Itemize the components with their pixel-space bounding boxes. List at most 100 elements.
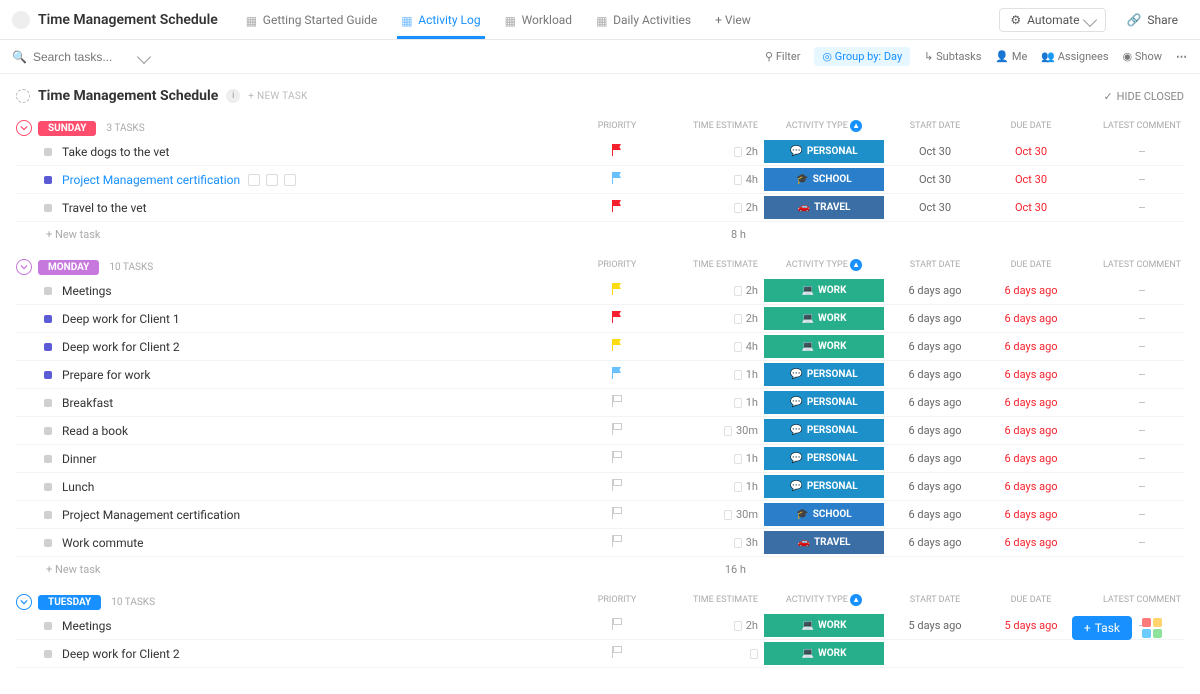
column-header[interactable]: DUE DATE — [986, 260, 1076, 270]
start-date-cell[interactable]: 6 days ago — [890, 368, 980, 381]
task-row[interactable]: Travel to the vet2h🚗TRAVELOct 30Oct 30– — [16, 194, 1184, 222]
comment-cell[interactable]: – — [1082, 284, 1200, 298]
collapse-icon[interactable] — [16, 594, 32, 610]
task-title[interactable]: Lunch — [62, 480, 94, 494]
due-date-cell[interactable]: 5 days ago — [986, 619, 1076, 632]
view-tab-activity-log[interactable]: ▦Activity Log — [389, 0, 492, 39]
status-square-icon[interactable] — [44, 455, 52, 463]
start-date-cell[interactable]: 6 days ago — [890, 284, 980, 297]
info-icon[interactable]: i — [226, 89, 240, 103]
comment-cell[interactable]: – — [1082, 201, 1200, 215]
task-row[interactable]: Lunch1h💬PERSONAL6 days ago6 days ago– — [16, 473, 1184, 501]
priority-cell[interactable] — [582, 423, 652, 438]
column-header[interactable]: ACTIVITY TYPE ▲ — [764, 594, 884, 606]
view-tab-daily-activities[interactable]: ▦Daily Activities — [584, 0, 703, 39]
task-title[interactable]: Read a book — [62, 424, 128, 438]
due-date-cell[interactable]: Oct 30 — [986, 145, 1076, 158]
start-date-cell[interactable]: 6 days ago — [890, 452, 980, 465]
time-estimate-cell[interactable]: 2h — [658, 284, 758, 297]
share-button[interactable]: 🔗 Share — [1116, 9, 1188, 31]
start-date-cell[interactable]: 6 days ago — [890, 480, 980, 493]
hide-closed-button[interactable]: ✓ HIDE CLOSED — [1103, 90, 1184, 103]
task-row[interactable]: Deep work for Client 12h💻WORK6 days ago6… — [16, 305, 1184, 333]
subtask-icon[interactable] — [248, 174, 260, 186]
status-square-icon[interactable] — [44, 622, 52, 630]
column-header[interactable]: TIME ESTIMATE — [658, 260, 758, 270]
workspace-title[interactable]: Time Management Schedule — [38, 12, 218, 28]
comment-cell[interactable]: – — [1082, 368, 1200, 382]
status-square-icon[interactable] — [44, 148, 52, 156]
priority-cell[interactable] — [582, 479, 652, 494]
column-header[interactable]: ACTIVITY TYPE ▲ — [764, 259, 884, 271]
view-tab-getting-started-guide[interactable]: ▦Getting Started Guide — [234, 0, 389, 39]
activity-type-cell[interactable]: 💬PERSONAL — [764, 363, 884, 386]
status-square-icon[interactable] — [44, 176, 52, 184]
due-date-cell[interactable]: 6 days ago — [986, 368, 1076, 381]
task-title[interactable]: Breakfast — [62, 396, 113, 410]
start-date-cell[interactable]: 5 days ago — [890, 619, 980, 632]
activity-type-cell[interactable]: 💻WORK — [764, 335, 884, 358]
time-estimate-cell[interactable]: 1h — [658, 480, 758, 493]
activity-type-cell[interactable]: 🎓SCHOOL — [764, 503, 884, 526]
task-row[interactable]: Project Management certification4h🎓SCHOO… — [16, 166, 1184, 194]
time-estimate-cell[interactable]: 2h — [658, 145, 758, 158]
due-date-cell[interactable]: 6 days ago — [986, 284, 1076, 297]
status-square-icon[interactable] — [44, 511, 52, 519]
activity-type-cell[interactable]: 🚗TRAVEL — [764, 531, 884, 554]
time-estimate-cell[interactable]: 30m — [658, 424, 758, 437]
priority-cell[interactable] — [582, 172, 652, 187]
comment-cell[interactable]: – — [1082, 396, 1200, 410]
activity-type-cell[interactable]: 🎓SCHOOL — [764, 168, 884, 191]
comment-cell[interactable]: – — [1082, 452, 1200, 466]
task-row[interactable]: Breakfast1h💬PERSONAL6 days ago6 days ago… — [16, 389, 1184, 417]
task-title[interactable]: Work commute — [62, 536, 144, 550]
column-header[interactable]: DUE DATE — [986, 121, 1076, 131]
due-date-cell[interactable]: 6 days ago — [986, 396, 1076, 409]
activity-type-cell[interactable]: 💻WORK — [764, 642, 884, 665]
task-row[interactable]: Meetings2h💻WORK6 days ago6 days ago– — [16, 277, 1184, 305]
comment-cell[interactable]: – — [1082, 312, 1200, 326]
due-date-cell[interactable]: 6 days ago — [986, 340, 1076, 353]
comment-cell[interactable]: – — [1082, 340, 1200, 354]
task-title[interactable]: Deep work for Client 2 — [62, 340, 180, 354]
status-square-icon[interactable] — [44, 399, 52, 407]
activity-type-cell[interactable]: 💬PERSONAL — [764, 140, 884, 163]
start-date-cell[interactable]: Oct 30 — [890, 201, 980, 214]
task-row[interactable]: Work commute3h🚗TRAVEL6 days ago6 days ag… — [16, 529, 1184, 557]
add-task-button[interactable]: + New task — [46, 563, 576, 576]
activity-type-cell[interactable]: 💻WORK — [764, 307, 884, 330]
show-button[interactable]: ◉ Show — [1123, 50, 1162, 63]
start-date-cell[interactable]: 6 days ago — [890, 424, 980, 437]
status-square-icon[interactable] — [44, 539, 52, 547]
column-header[interactable]: START DATE — [890, 260, 980, 270]
task-title[interactable]: Take dogs to the vet — [62, 145, 169, 159]
workspace-icon[interactable] — [12, 11, 30, 29]
comment-cell[interactable]: – — [1082, 480, 1200, 494]
priority-cell[interactable] — [582, 507, 652, 522]
due-date-cell[interactable]: Oct 30 — [986, 173, 1076, 186]
chevron-down-icon[interactable] — [137, 49, 151, 63]
time-estimate-cell[interactable]: 1h — [658, 396, 758, 409]
time-estimate-cell[interactable]: 2h — [658, 619, 758, 632]
priority-cell[interactable] — [582, 535, 652, 550]
task-row[interactable]: Prepare for work1h💬PERSONAL6 days ago6 d… — [16, 361, 1184, 389]
new-task-button[interactable]: + NEW TASK — [248, 91, 307, 102]
column-header[interactable]: START DATE — [890, 121, 980, 131]
due-date-cell[interactable]: 6 days ago — [986, 508, 1076, 521]
time-estimate-cell[interactable]: 3h — [658, 536, 758, 549]
activity-type-cell[interactable]: 💻WORK — [764, 279, 884, 302]
task-row[interactable]: Dinner1h💬PERSONAL6 days ago6 days ago– — [16, 445, 1184, 473]
time-estimate-cell[interactable]: 2h — [658, 201, 758, 214]
time-estimate-cell[interactable]: 4h — [658, 340, 758, 353]
new-task-fab[interactable]: + Task — [1072, 616, 1132, 640]
group-pill[interactable]: MONDAY — [38, 260, 99, 275]
task-title[interactable]: Travel to the vet — [62, 201, 147, 215]
add-task-button[interactable]: + New task — [46, 228, 576, 241]
search-input-wrap[interactable]: 🔍 — [12, 50, 162, 64]
activity-type-cell[interactable]: 💬PERSONAL — [764, 391, 884, 414]
due-date-cell[interactable]: Oct 30 — [986, 201, 1076, 214]
start-date-cell[interactable]: Oct 30 — [890, 145, 980, 158]
status-square-icon[interactable] — [44, 343, 52, 351]
time-estimate-cell[interactable]: 1h — [658, 452, 758, 465]
status-square-icon[interactable] — [44, 315, 52, 323]
